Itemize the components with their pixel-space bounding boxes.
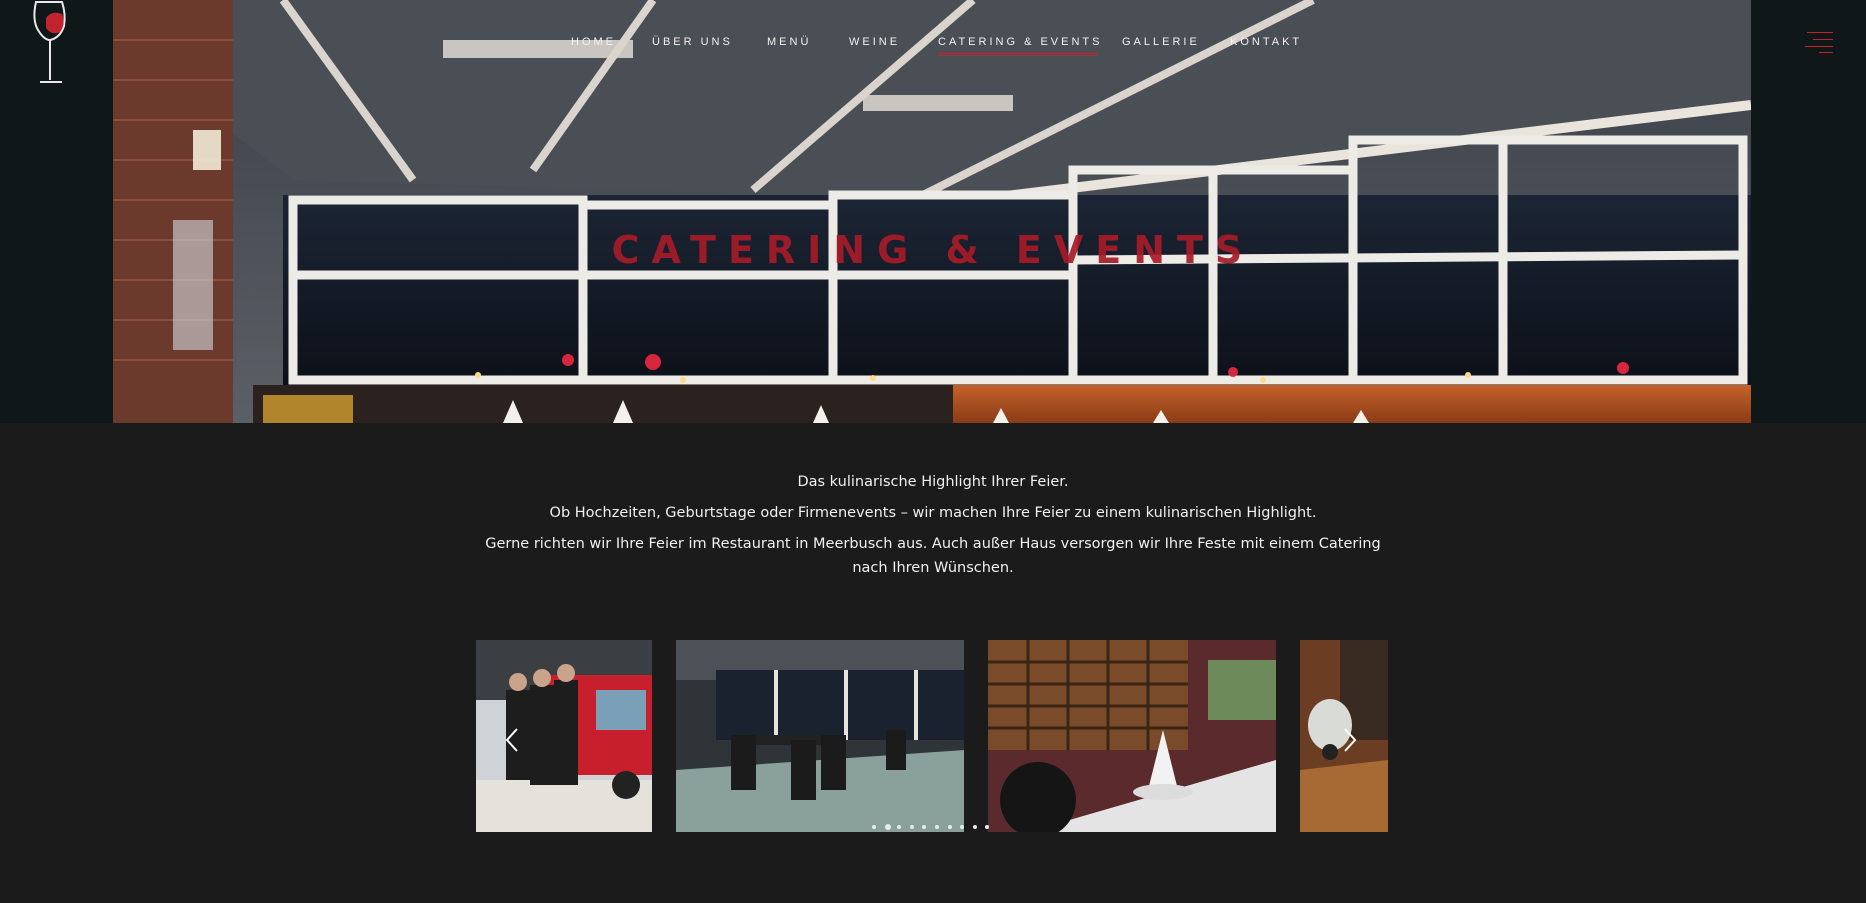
slider-dot[interactable] [872,825,876,829]
nav-item-catering-events[interactable]: CATERING & EVENTS [938,36,1102,56]
slider-dot[interactable] [909,825,914,829]
chevron-left-icon[interactable] [500,725,524,755]
intro-line-3: Gerne richten wir Ihre Feier im Restaura… [485,536,1381,576]
chevron-right-icon[interactable] [1338,725,1362,755]
image-slider[interactable] [476,640,1388,832]
hero-section: HOME ÜBER UNS MENÜ WEINE CATERING & EVEN… [0,0,1866,423]
slider-dot[interactable] [884,824,891,830]
nav-item-kontakt[interactable]: KONTAKT [1230,36,1302,48]
intro-line-1: Das kulinarische Highlight Ihrer Feier. [797,474,1069,490]
intro-text: Das kulinarische Highlight Ihrer Feier. … [470,470,1396,587]
nav-item-weine[interactable]: WEINE [849,36,900,48]
page-title: CATERING & EVENTS [611,228,1255,272]
hamburger-menu-icon[interactable] [1803,30,1833,54]
slider-dot[interactable] [935,825,939,829]
slider-dot[interactable] [947,825,952,829]
nav-item-ueber-uns[interactable]: ÜBER UNS [652,36,733,48]
hero-image [113,0,1751,423]
nav-item-home[interactable]: HOME [571,36,616,48]
intro-line-2: Ob Hochzeiten, Geburtstage oder Firmenev… [549,505,1317,521]
nav-item-menue[interactable]: MENÜ [767,36,811,48]
main-nav: HOME ÜBER UNS MENÜ WEINE CATERING & EVEN… [0,36,1866,56]
slider-dot[interactable] [972,825,977,829]
slide-wine-shelves[interactable] [988,640,1276,832]
nav-item-gallerie[interactable]: GALLERIE [1122,36,1200,48]
slide-restaurant-tables[interactable] [676,640,964,832]
